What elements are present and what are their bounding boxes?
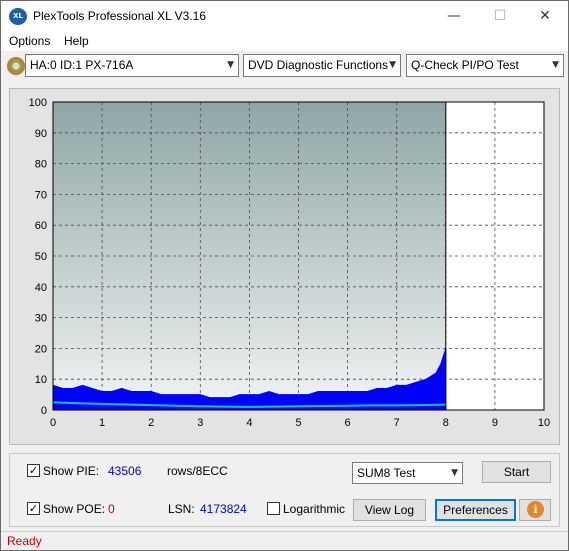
info-icon: i bbox=[527, 501, 544, 518]
lsn-value: 4173824 bbox=[200, 502, 247, 516]
chevron-down-icon: ▼ bbox=[552, 60, 559, 70]
menu-help[interactable]: Help bbox=[64, 34, 89, 48]
poe-value: 0 bbox=[108, 502, 115, 516]
x-tick-label: 0 bbox=[50, 417, 56, 429]
preferences-button[interactable]: Preferences bbox=[435, 499, 516, 521]
view-log-button[interactable]: View Log bbox=[353, 499, 426, 521]
y-tick-label: 10 bbox=[35, 374, 47, 386]
y-tick-label: 20 bbox=[35, 343, 47, 355]
test-select-value: Q-Check PI/PO Test bbox=[411, 58, 519, 72]
chevron-down-icon: ▼ bbox=[389, 60, 396, 70]
pie-value: 43506 bbox=[108, 464, 142, 478]
show-poe-label: Show POE: bbox=[43, 502, 106, 516]
x-tick-label: 3 bbox=[197, 417, 203, 429]
x-tick-label: 5 bbox=[295, 417, 301, 429]
chevron-down-icon: ▼ bbox=[451, 468, 458, 478]
y-tick-label: 100 bbox=[29, 97, 47, 109]
show-poe-checkbox[interactable]: ✓ bbox=[27, 502, 40, 515]
maximize-button[interactable]: ☐ bbox=[477, 1, 523, 31]
toolbar: HA:0 ID:1 PX-716A ▼ DVD Diagnostic Funct… bbox=[1, 52, 568, 80]
app-logo-icon: XL bbox=[9, 8, 27, 25]
disc-drive-icon bbox=[7, 57, 25, 75]
y-tick-label: 90 bbox=[35, 128, 47, 140]
y-tick-label: 70 bbox=[35, 189, 47, 201]
pi-po-chart: 0 10 20 30 40 50 60 70 80 90 100 0 1 2 3 4 5 6 7 8 9 10 bbox=[29, 97, 550, 429]
x-tick-label: 9 bbox=[492, 417, 498, 429]
chevron-down-icon: ▼ bbox=[227, 60, 234, 70]
minimize-button[interactable]: — bbox=[431, 1, 477, 31]
window-title: PlexTools Professional XL V3.16 bbox=[33, 9, 206, 23]
status-text: Ready bbox=[7, 534, 42, 548]
info-button[interactable]: i bbox=[519, 499, 551, 521]
title-bar: XL PlexTools Professional XL V3.16 — ☐ ✕ bbox=[1, 1, 568, 31]
y-tick-label: 80 bbox=[35, 159, 47, 171]
sum-test-select[interactable]: SUM8 Test ▼ bbox=[352, 462, 463, 484]
test-select[interactable]: Q-Check PI/PO Test ▼ bbox=[406, 54, 564, 77]
logarithmic-checkbox[interactable] bbox=[267, 502, 280, 515]
logarithmic-label: Logarithmic bbox=[283, 502, 346, 516]
drive-select[interactable]: HA:0 ID:1 PX-716A ▼ bbox=[25, 54, 239, 77]
x-tick-label: 10 bbox=[538, 417, 550, 429]
x-tick-label: 6 bbox=[345, 417, 351, 429]
sum-test-value: SUM8 Test bbox=[357, 466, 416, 480]
status-bar: Ready bbox=[1, 531, 568, 550]
show-pie-label: Show PIE: bbox=[43, 464, 100, 478]
start-button[interactable]: Start bbox=[482, 461, 551, 483]
controls-panel: ✓ Show PIE: 43506 rows/8ECC SUM8 Test ▼ … bbox=[9, 453, 560, 527]
function-select-value: DVD Diagnostic Functions bbox=[248, 58, 389, 72]
pie-unit: rows/8ECC bbox=[167, 464, 228, 478]
show-pie-checkbox[interactable]: ✓ bbox=[27, 464, 40, 477]
function-select[interactable]: DVD Diagnostic Functions ▼ bbox=[243, 54, 401, 77]
y-tick-label: 60 bbox=[35, 220, 47, 232]
x-axis-ticks: 0 1 2 3 4 5 6 7 8 9 10 bbox=[50, 417, 550, 429]
x-tick-label: 2 bbox=[148, 417, 154, 429]
y-tick-label: 50 bbox=[35, 251, 47, 263]
close-button[interactable]: ✕ bbox=[522, 1, 568, 31]
menu-options[interactable]: Options bbox=[9, 34, 50, 48]
y-tick-label: 0 bbox=[41, 405, 47, 417]
drive-select-value: HA:0 ID:1 PX-716A bbox=[30, 58, 134, 72]
x-tick-label: 8 bbox=[443, 417, 449, 429]
y-tick-label: 40 bbox=[35, 282, 47, 294]
y-tick-label: 30 bbox=[35, 313, 47, 325]
y-axis-ticks: 0 10 20 30 40 50 60 70 80 90 100 bbox=[29, 97, 47, 417]
lsn-label: LSN: bbox=[168, 502, 195, 516]
x-tick-label: 1 bbox=[99, 417, 105, 429]
x-tick-label: 4 bbox=[246, 417, 252, 429]
app-window: XL PlexTools Professional XL V3.16 — ☐ ✕… bbox=[0, 0, 569, 551]
menu-bar: Options Help bbox=[1, 31, 568, 51]
chart-panel: 0 10 20 30 40 50 60 70 80 90 100 0 1 2 3 4 5 6 7 8 9 10 bbox=[9, 88, 560, 445]
x-tick-label: 7 bbox=[394, 417, 400, 429]
